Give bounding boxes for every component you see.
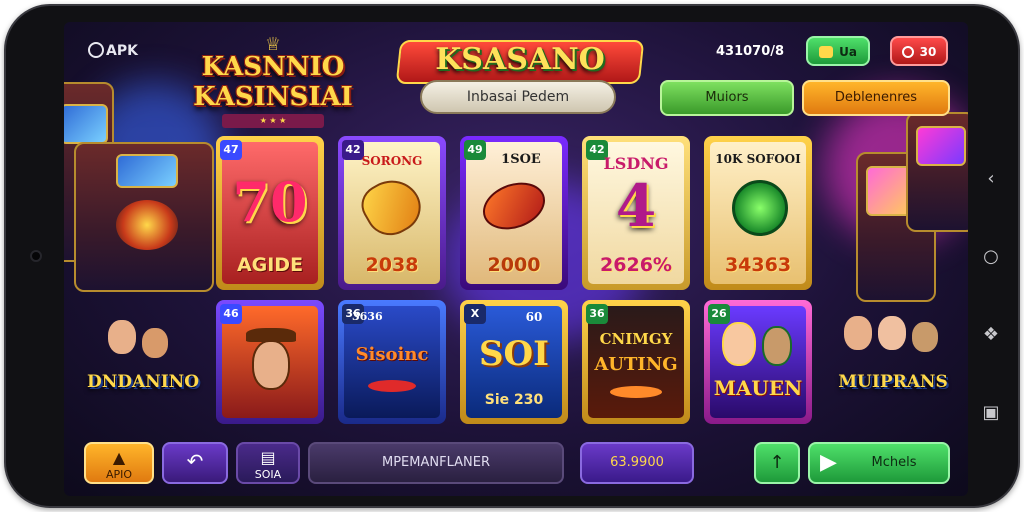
tile-bottom-label: 2000 — [487, 254, 541, 276]
tile-badge: 47 — [220, 140, 242, 160]
menu-button[interactable]: Muiors — [660, 80, 794, 116]
slot-machine-screen — [116, 154, 178, 188]
tile-art-shape — [610, 386, 662, 398]
tile-top-label: 10K SOFOOI — [715, 152, 801, 166]
bottom-action-bar: ▲ APIO ↶ ▤ SOIA MPEMANFLANER 63.9900 ↑ ▶ M… — [76, 438, 956, 488]
nav-back-icon[interactable]: ‹ — [978, 166, 1004, 192]
bg-slot-machine — [74, 142, 214, 292]
game-tile[interactable]: 46 — [216, 300, 324, 424]
game-title: KSASANO — [435, 42, 605, 77]
nav-home-icon[interactable]: ○ — [978, 244, 1004, 270]
play-label: Mchels — [871, 455, 917, 470]
tile-bottom-label: 2626% — [600, 254, 672, 276]
tile-badge: 46 — [220, 304, 242, 324]
tile-top-label: CNIMGY — [599, 330, 673, 348]
wallet-icon — [819, 46, 834, 58]
phone-frame: ‹ ○ ❖ ▣ APK ♕ KASNNIO KASINSIAI ★ ★ ★ KS… — [4, 4, 1020, 508]
bg-slot-machine — [906, 112, 968, 232]
roulette-wheel — [116, 200, 178, 250]
apio-label: APIO — [105, 468, 133, 481]
brand-ribbon: ★ ★ ★ — [222, 114, 324, 128]
tile-top-label: LSDNG — [603, 154, 669, 173]
character-face — [912, 322, 938, 352]
tile-bottom-label: 2038 — [365, 254, 419, 276]
soia-button[interactable]: ▤ SOIA — [236, 442, 300, 484]
tile-art-text: Sisoinc — [355, 344, 429, 365]
gift-button[interactable]: 30 — [890, 36, 948, 66]
brand-logo: ♕ KASNNIO KASINSIAI ★ ★ ★ — [188, 34, 358, 130]
deposit-button[interactable]: Deblenenres — [802, 80, 950, 116]
left-character-title: DNDANINO — [86, 372, 200, 392]
game-screen: APK ♕ KASNNIO KASINSIAI ★ ★ ★ KSASANO In… — [64, 22, 968, 496]
balance-readout: 431070/8 — [716, 44, 785, 59]
wallet-button[interactable]: Ua — [806, 36, 870, 66]
wallet-label: Ua — [839, 45, 857, 59]
character-face — [252, 340, 290, 390]
tile-top-label: SORONG — [361, 154, 423, 168]
home-icon: ▲ — [112, 448, 126, 467]
front-camera — [30, 250, 42, 262]
tile-bottom-label: AGIDE — [236, 254, 304, 276]
apio-button[interactable]: ▲ APIO — [84, 442, 154, 484]
tile-badge: 36 — [586, 304, 608, 324]
gift-label: 30 — [919, 45, 937, 59]
character-face — [722, 322, 756, 366]
tile-art-shape — [368, 380, 416, 392]
arrow-up-icon[interactable]: ↑ — [754, 442, 800, 484]
game-tile[interactable]: 36 CNIMGY AUTING — [582, 300, 690, 424]
tile-art-text: MAUEN — [713, 376, 803, 400]
slot-machine-screen — [64, 104, 108, 144]
tile-bottom-label: 34363 — [724, 254, 792, 276]
tile-top-label: 3636 — [352, 310, 383, 323]
tile-art-text: 4 — [615, 172, 657, 240]
tile-top-label: 1SOE — [501, 152, 541, 167]
game-tile[interactable]: 42 SORONG 2038 — [338, 136, 446, 290]
tile-art-shape — [732, 180, 788, 236]
soia-label: SOIA — [254, 468, 282, 481]
back-button[interactable]: ↶ — [162, 442, 228, 484]
coin-icon — [901, 46, 914, 58]
tile-art-text: 70 — [232, 170, 308, 234]
apk-label: APK — [106, 43, 138, 59]
game-tile[interactable]: 49 1SOE 2000 — [460, 136, 568, 290]
character-face — [878, 316, 906, 350]
nav-recents-icon[interactable]: ▣ — [978, 400, 1004, 426]
back-arrow-icon: ↶ — [186, 449, 204, 473]
game-tile[interactable]: 42 LSDNG 4 2626% — [582, 136, 690, 290]
character-face — [142, 328, 168, 358]
game-tile[interactable]: 26 MAUEN — [704, 300, 812, 424]
slot-machine-screen — [916, 126, 966, 166]
play-icon: ▶ — [820, 450, 837, 475]
bag-icon: ▤ — [260, 448, 276, 467]
player-name-field[interactable]: MPEMANFLANER — [308, 442, 564, 484]
crown-icon: ♕ — [264, 34, 282, 55]
character-face — [762, 326, 792, 366]
game-tile[interactable]: 10K SOFOOI 34363 — [704, 136, 812, 290]
search-button[interactable]: Inbasai Pedem — [420, 80, 616, 114]
nav-assist-icon[interactable]: ❖ — [978, 322, 1004, 348]
character-face — [108, 320, 136, 354]
tile-top-label: 60 — [525, 310, 543, 324]
amount-display: 63.9900 — [580, 442, 694, 484]
tile-bottom-label: Sie 230 — [484, 392, 544, 408]
game-tile[interactable]: 36 3636 Sisoinc — [338, 300, 446, 424]
tile-badge: 26 — [708, 304, 730, 324]
right-character-title: MUIPRANS — [838, 372, 948, 392]
system-nav-bar: ‹ ○ ❖ ▣ — [978, 166, 1004, 436]
apk-logo: APK — [88, 42, 138, 59]
play-button[interactable]: ▶ Mchels — [808, 442, 950, 484]
apk-icon — [88, 42, 104, 58]
brand-line1: KASNNIO — [201, 52, 345, 82]
game-tile[interactable]: 47 70 AGIDE — [216, 136, 324, 290]
game-tile[interactable]: X 60 SOI Sie 230 — [460, 300, 568, 424]
character-face — [844, 316, 872, 350]
brand-line2: KASINSIAI — [193, 82, 353, 112]
